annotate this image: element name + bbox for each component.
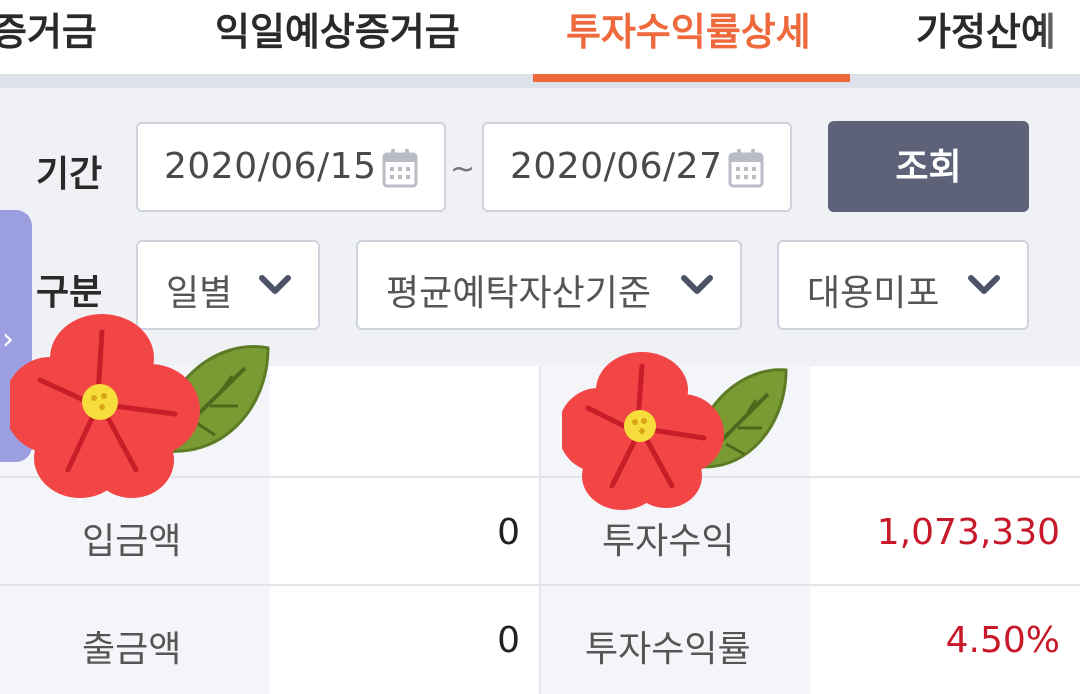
- column-divider: [539, 366, 541, 694]
- chevron-down-icon: [681, 275, 713, 294]
- investment-profit-value: 1,073,330: [876, 512, 1060, 553]
- tab-next-day-margin[interactable]: 익일예상증거금: [215, 0, 460, 76]
- tab-margin[interactable]: 증거금: [0, 0, 97, 76]
- collateral-value: 대용미포: [807, 273, 940, 314]
- active-tab-indicator: [533, 74, 850, 82]
- period-unit-value: 일별: [166, 273, 233, 314]
- flower-icon: [562, 352, 724, 510]
- end-date-value: 2020/06/27: [510, 146, 723, 187]
- basis-value: 평균예탁자산기준: [386, 273, 651, 314]
- flower-sticker: [10, 314, 270, 498]
- start-date-value: 2020/06/15: [164, 146, 377, 187]
- chevron-down-icon: [968, 275, 1000, 294]
- period-label: 기간: [36, 154, 103, 195]
- table-header-cell: [810, 366, 1080, 478]
- deposit-amount-label: 입금액: [82, 521, 182, 562]
- date-range-separator: ~: [450, 152, 476, 187]
- calendar-icon[interactable]: [382, 148, 418, 188]
- basis-select[interactable]: 평균예탁자산기준: [356, 240, 742, 330]
- calendar-icon[interactable]: [728, 148, 764, 188]
- tab-provisional-settlement[interactable]: 가정산예: [916, 0, 1056, 76]
- tab-bar: 증거금 익일예상증거금 투자수익률상세 가정산예: [0, 0, 1080, 88]
- return-rate-label: 투자수익률: [585, 629, 751, 670]
- flower-icon: [10, 314, 200, 498]
- start-date-field[interactable]: 2020/06/15: [136, 122, 446, 212]
- withdrawal-amount-label: 출금액: [82, 629, 182, 670]
- tab-investment-return-detail[interactable]: 투자수익률상세: [566, 0, 811, 76]
- deposit-amount-value: 0: [497, 512, 520, 553]
- end-date-field[interactable]: 2020/06/27: [482, 122, 792, 212]
- withdrawal-amount-value: 0: [497, 620, 520, 661]
- collateral-select[interactable]: 대용미포: [777, 240, 1029, 330]
- investment-profit-label: 투자수익: [602, 521, 735, 562]
- flower-sticker: [562, 352, 788, 510]
- chevron-down-icon: [259, 275, 291, 294]
- return-rate-value: 4.50%: [945, 620, 1060, 661]
- search-button[interactable]: 조회: [828, 121, 1029, 212]
- table-header-cell: [270, 366, 540, 478]
- category-label: 구분: [36, 272, 103, 313]
- tab-scroll-fade: [1040, 0, 1080, 74]
